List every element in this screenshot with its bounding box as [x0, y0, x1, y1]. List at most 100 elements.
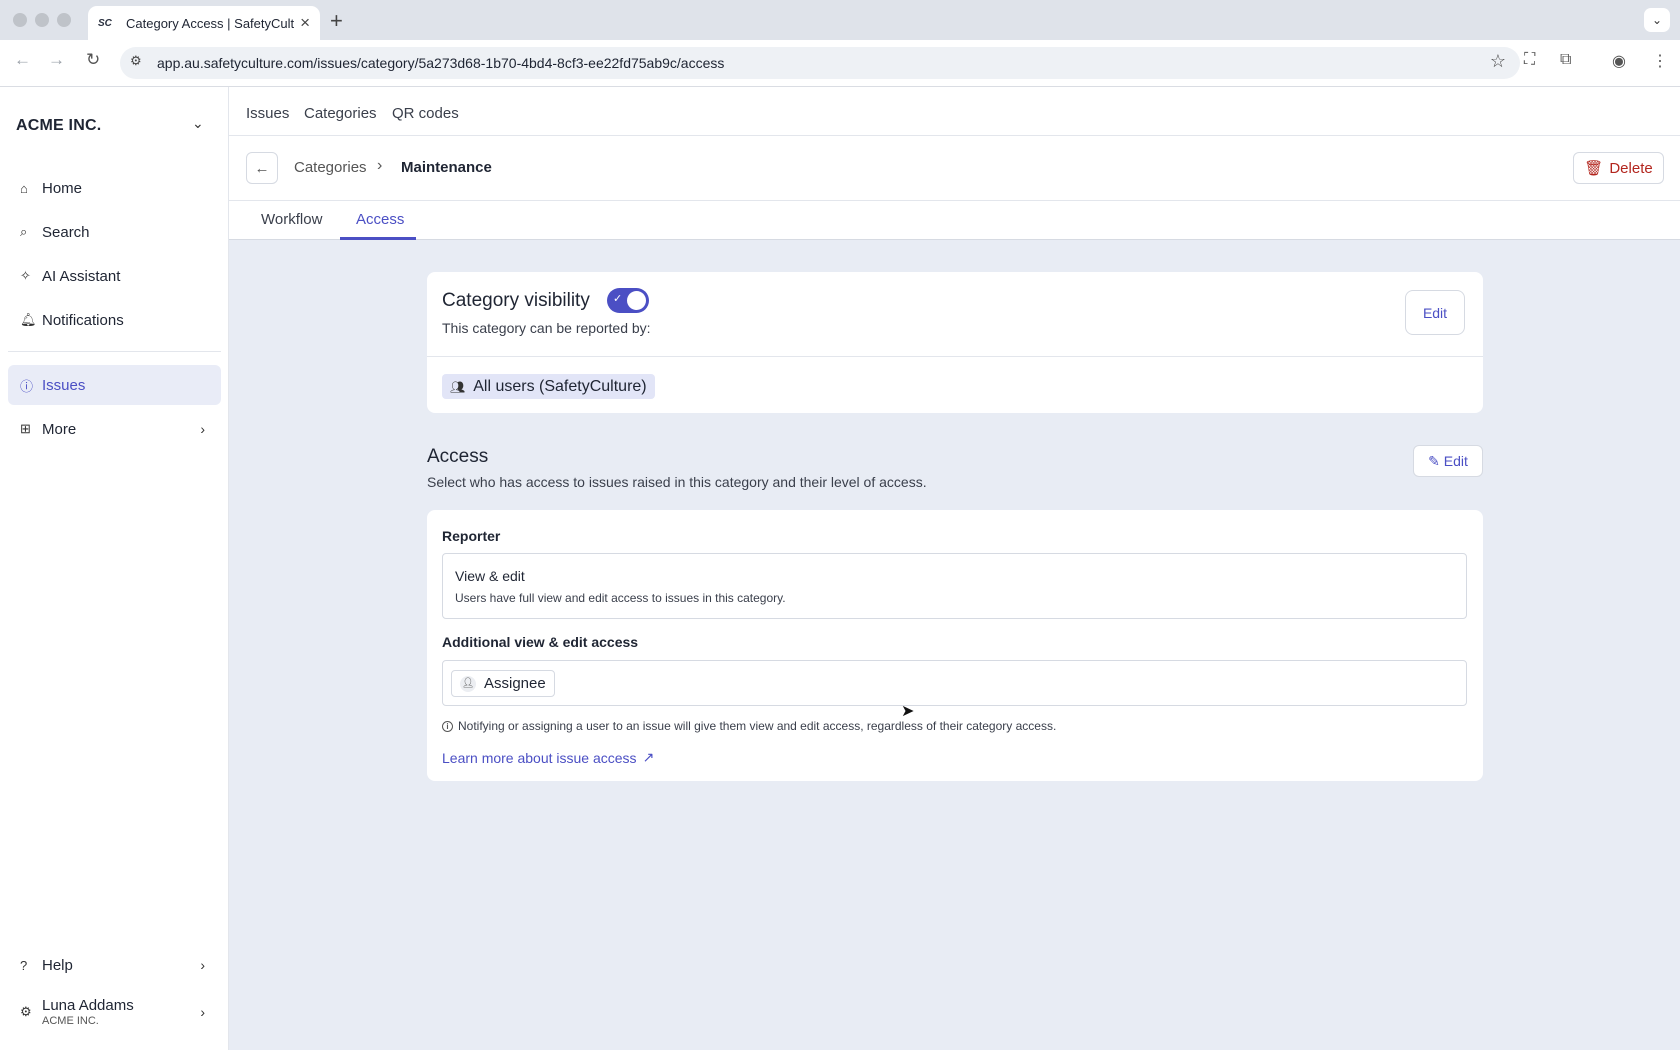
trash-icon: 🗑︎ [1584, 160, 1604, 177]
user-icon: 👤︎ [460, 675, 476, 692]
access-edit-label: Edit [1443, 453, 1468, 469]
group-chip-label: All users (SafetyCulture) [473, 377, 647, 395]
favicon-icon: SC [98, 17, 112, 29]
sidebar-item-label: Home [42, 179, 83, 197]
assignee-chip-label: Assignee [484, 675, 546, 692]
window-minimize-control[interactable] [35, 13, 49, 27]
breadcrumb-parent[interactable]: Categories [294, 159, 367, 176]
reporter-access-level: View & edit [455, 568, 525, 584]
window-close-control[interactable] [13, 13, 27, 27]
chevron-right-icon: › [200, 1004, 205, 1020]
sidebar-divider [8, 351, 221, 352]
group-chip: 👥︎ All users (SafetyCulture) [442, 374, 655, 399]
reload-icon[interactable]: ↻ [86, 50, 100, 70]
additional-access-field: 👤︎ Assignee [442, 660, 1467, 706]
url-field[interactable]: ⚙ app.au.safetyculture.com/issues/catego… [120, 47, 1520, 79]
tab-workflow[interactable]: Workflow [261, 211, 322, 228]
bookmark-star-icon[interactable]: ☆ [1490, 51, 1506, 72]
access-subtitle: Select who has access to issues raised i… [427, 474, 927, 490]
visibility-toggle[interactable]: ✓ [607, 288, 649, 313]
arrow-left-icon: ← [254, 159, 270, 177]
search-icon: ⌕ [20, 224, 28, 239]
back-nav-icon[interactable]: ← [14, 50, 31, 70]
visibility-edit-button[interactable]: Edit [1405, 290, 1465, 335]
visibility-card: Category visibility ✓ This category can … [427, 272, 1483, 413]
sidebar-item-label: Issues [42, 376, 86, 394]
browser-tab[interactable]: SC Category Access | SafetyCult × [88, 6, 320, 40]
org-chevron-down-icon[interactable]: ⌄ [192, 115, 204, 132]
ai-icon: ✧ [20, 268, 31, 283]
browser-menu-icon[interactable]: ⋮ [1652, 51, 1668, 71]
pencil-icon: ✎ [1428, 452, 1440, 469]
delete-button-label: Delete [1609, 159, 1653, 177]
new-tab-icon[interactable]: + [330, 8, 343, 34]
sidebar-item-notifications[interactable]: 🔔︎ Notifications [8, 300, 221, 340]
sidebar-item-more[interactable]: ⊞ More › [8, 409, 221, 449]
access-title: Access [427, 446, 489, 467]
mouse-cursor-icon: ➤ [901, 703, 915, 720]
delete-button[interactable]: 🗑︎ Delete [1573, 152, 1664, 184]
topnav-issues[interactable]: Issues [246, 105, 289, 122]
external-link-icon: ↗ [642, 749, 655, 765]
sidebar-item-search[interactable]: ⌕ Search [8, 212, 221, 252]
topnav-categories[interactable]: Categories [304, 105, 377, 122]
sidebar-user-profile[interactable]: ⚙ Luna Addams ACME INC. › [8, 987, 221, 1037]
sidebar-item-label: Search [42, 223, 90, 241]
screen-capture-icon[interactable]: ⛶ [1524, 51, 1535, 69]
tab-title: Category Access | SafetyCult [126, 15, 295, 31]
access-note-text: Notifying or assigning a user to an issu… [458, 719, 1057, 733]
sidebar-item-issues[interactable]: ⓘ Issues [8, 365, 221, 405]
bell-icon: 🔔︎ [20, 312, 37, 327]
home-icon: ⌂ [20, 180, 28, 196]
check-icon: ✓ [613, 293, 623, 305]
topnav-qr-codes[interactable]: QR codes [392, 105, 459, 122]
sidebar-item-home[interactable]: ⌂ Home [8, 168, 221, 208]
back-button[interactable]: ← [246, 152, 278, 184]
sidebar: ACME INC. ⌄ ⌂ Home ⌕ Search ✧ AI Assista… [0, 87, 229, 1050]
gear-icon: ⚙ [20, 1004, 32, 1019]
top-nav: Issues Categories QR codes [229, 87, 1680, 136]
grid-icon: ⊞ [20, 421, 31, 436]
chevron-right-icon: › [200, 957, 205, 973]
user-org: ACME INC. [42, 1015, 99, 1027]
card-divider [427, 356, 1483, 357]
close-tab-icon[interactable]: × [300, 13, 310, 33]
learn-more-link[interactable]: Learn more about issue access ↗ [442, 749, 654, 766]
sidebar-item-help[interactable]: ? Help › [8, 945, 221, 985]
tab-access[interactable]: Access [356, 211, 404, 228]
tab-menu-chevron-icon[interactable]: ⌄ [1644, 8, 1670, 32]
help-icon: ? [20, 957, 28, 973]
additional-access-label: Additional view & edit access [442, 634, 639, 650]
breadcrumb-chevron-icon: › [377, 157, 383, 174]
org-name[interactable]: ACME INC. [16, 117, 101, 135]
sidebar-item-ai-assistant[interactable]: ✧ AI Assistant [8, 256, 221, 296]
access-edit-button[interactable]: ✎ Edit [1413, 445, 1483, 477]
page-title: Maintenance [401, 159, 492, 176]
info-icon: i [442, 720, 453, 732]
sidebar-item-label: Notifications [42, 311, 124, 329]
reporter-access-box: View & edit Users have full view and edi… [442, 553, 1467, 619]
access-card: Reporter View & edit Users have full vie… [427, 510, 1483, 781]
main-content: Category visibility ✓ This category can … [229, 240, 1680, 1050]
site-info-icon[interactable]: ⚙ [130, 53, 142, 69]
window-zoom-control[interactable] [57, 13, 71, 27]
learn-more-label: Learn more about issue access [442, 749, 637, 766]
page-tabs: Workflow Access [229, 201, 1680, 240]
sidebar-item-label: AI Assistant [42, 267, 121, 285]
browser-tab-bar: SC Category Access | SafetyCult × + ⌄ [0, 0, 1680, 40]
user-name: Luna Addams [42, 997, 134, 1014]
sidebar-item-label: Help [42, 956, 73, 974]
browser-address-bar: ← → ↻ ⚙ app.au.safetyculture.com/issues/… [0, 40, 1680, 87]
chevron-right-icon: › [200, 421, 205, 437]
assignee-chip: 👤︎ Assignee [451, 670, 555, 697]
issues-icon: ⓘ [20, 378, 34, 394]
forward-nav-icon[interactable]: → [48, 50, 65, 70]
profile-icon[interactable]: ◉ [1612, 51, 1626, 71]
extensions-icon[interactable]: ⧉ [1560, 51, 1571, 69]
toggle-knob [627, 291, 646, 310]
visibility-title: Category visibility [442, 290, 590, 311]
reporter-label: Reporter [442, 528, 501, 544]
sidebar-item-label: More [42, 420, 77, 438]
users-icon: 👥︎ [450, 379, 466, 394]
url-text: app.au.safetyculture.com/issues/category… [157, 55, 725, 71]
